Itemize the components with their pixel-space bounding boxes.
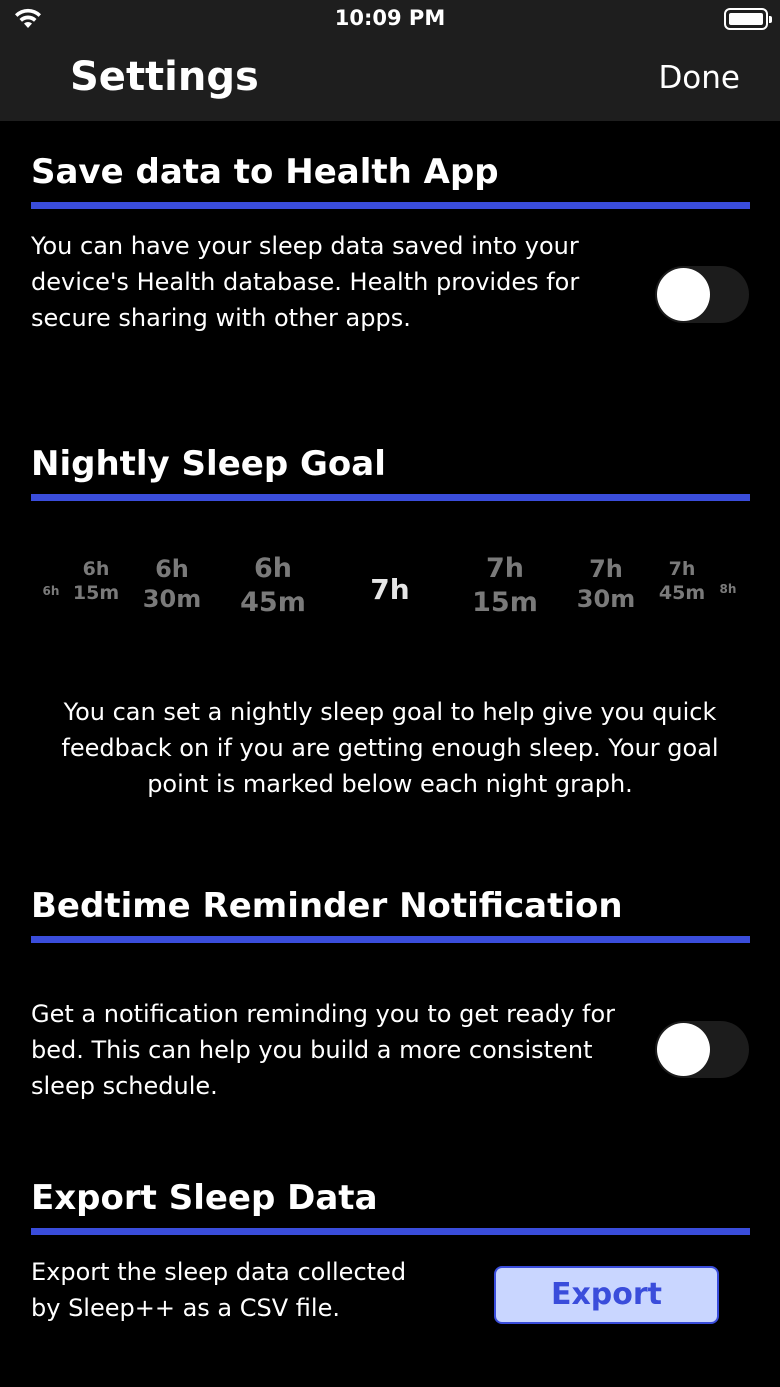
health-section-title: Save data to Health App [31,152,499,192]
toggle-knob [657,268,710,321]
export-section-title: Export Sleep Data [31,1178,378,1218]
goal-option-7h45m[interactable]: 7h 45m [659,558,705,606]
done-button[interactable]: Done [658,60,740,96]
health-toggle[interactable] [655,266,749,323]
goal-option-8h[interactable]: 8h [720,582,737,597]
export-description: Export the sleep data collected by Sleep… [31,1258,407,1322]
status-time: 10:09 PM [334,6,446,30]
goal-description: You can set a nightly sleep goal to help… [61,698,719,798]
goal-section-title: Nightly Sleep Goal [31,444,386,484]
bedtime-description: Get a notification reminding you to get … [31,1000,616,1100]
goal-option-6h45m[interactable]: 6h 45m [240,552,306,620]
status-bar: 10:09 PM [0,0,780,40]
bedtime-section-title: Bedtime Reminder Notification [31,886,623,926]
export-button[interactable]: Export [494,1266,719,1324]
goal-option-7h15m[interactable]: 7h 15m [472,552,538,620]
page-title: Settings [70,54,259,100]
health-section-divider [31,202,750,209]
goal-section-divider [31,494,750,501]
battery-icon [724,8,772,30]
bedtime-toggle[interactable] [655,1021,749,1078]
goal-option-6h[interactable]: 6h [43,584,60,599]
goal-option-6h15m[interactable]: 6h 15m [73,558,119,606]
navigation-bar: 10:09 PM Settings Done [0,0,780,121]
health-description: You can have your sleep data saved into … [31,232,580,332]
sleep-goal-picker[interactable]: 6h 6h 15m 6h 30m 6h 45m 7h 7h 15m 7h 30m 7h 45… [0,540,780,650]
goal-option-6h30m[interactable]: 6h 30m [143,554,201,614]
bedtime-section-divider [31,936,750,943]
export-section-divider [31,1228,750,1235]
goal-option-7h-selected[interactable]: 7h [370,572,409,607]
goal-option-7h30m[interactable]: 7h 30m [577,554,635,614]
toggle-knob [657,1023,710,1076]
